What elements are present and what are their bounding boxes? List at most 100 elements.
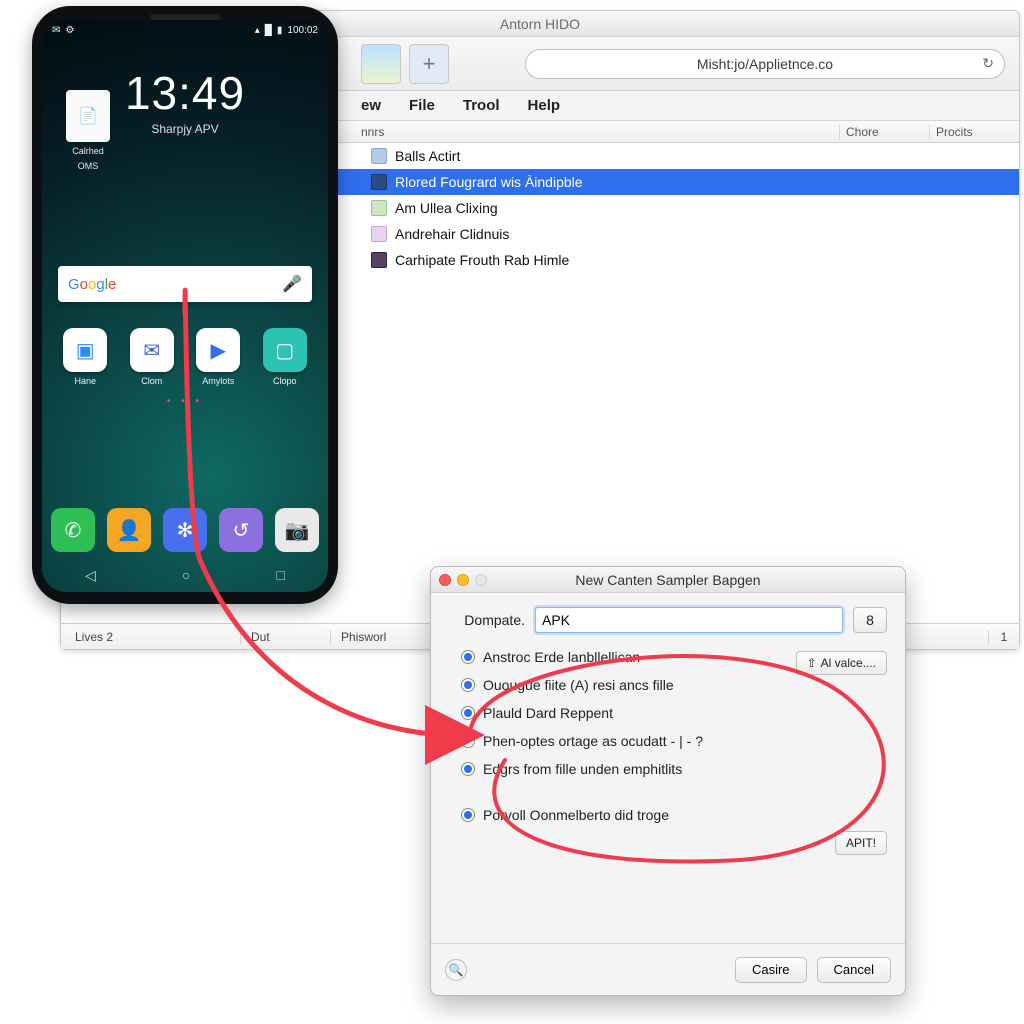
option-label: Anstroc Erde lanbllellican <box>483 649 640 665</box>
option-label: Phen-optes ortage as ocudatt - | - ? <box>483 733 703 749</box>
signal-icon: █ <box>265 25 272 36</box>
dialog-title: New Canten Sampler Bapgen <box>575 572 760 588</box>
item-icon <box>371 226 387 242</box>
dock-camera-icon[interactable]: 📷 <box>275 508 319 552</box>
apit-button[interactable]: APIT! <box>835 831 887 855</box>
app-grid: ▣Hane ✉Clom ▶Amylots ▢Clopo <box>56 328 314 386</box>
status-dut: Dut <box>241 630 331 644</box>
option-label: Ouougue fiite (A) resi ancs fille <box>483 677 674 693</box>
url-text: Misht:jo/Applietnce.co <box>697 56 833 72</box>
radio-icon[interactable] <box>461 678 475 692</box>
notif-icon: ⚙ <box>65 25 74 36</box>
item-label: Am Ullea Clixing <box>395 200 498 216</box>
stepper-value: 8 <box>866 612 874 628</box>
cancel-button[interactable]: Cancel <box>817 957 891 983</box>
phone-statusbar: ✉ ⚙ ▴ █ ▮ 100:02 <box>42 20 328 40</box>
search-icon[interactable]: 🔍 <box>445 959 467 981</box>
nav-recent[interactable]: □ <box>276 567 284 584</box>
option-row[interactable]: Plauld Dard Reppent <box>461 705 887 721</box>
radio-icon[interactable] <box>461 706 475 720</box>
stepper[interactable]: 8 <box>853 607 887 633</box>
url-field[interactable]: Misht:jo/Applietnce.co ↻ <box>525 49 1005 79</box>
dialog-window: New Canten Sampler Bapgen Dompate. 8 ⇧ A… <box>430 566 906 996</box>
item-icon <box>371 252 387 268</box>
app-icon[interactable]: ▣Hane <box>56 328 115 386</box>
radio-icon[interactable] <box>461 650 475 664</box>
status-count: 1 <box>989 630 1019 644</box>
zoom-icon[interactable] <box>475 574 487 586</box>
app-label: Clom <box>141 376 162 386</box>
btn-label: APIT! <box>846 836 876 850</box>
google-search-bar[interactable]: Google 🎤 <box>58 266 312 302</box>
radio-icon[interactable] <box>461 734 475 748</box>
dock-phone-icon[interactable]: ✆ <box>51 508 95 552</box>
app-icon[interactable]: ▢Clopo <box>256 328 315 386</box>
up-arrow-icon: ⇧ <box>807 656 817 670</box>
option-row[interactable]: Edgrs from fille unden emphitlits <box>461 761 887 777</box>
item-label: Carhipate Frouth Rab Himle <box>395 252 569 268</box>
option-label: Porvoll Oonmelberto did troge <box>483 807 669 823</box>
app-label: Clopo <box>273 376 297 386</box>
col-chore[interactable]: Chore <box>839 125 929 139</box>
app-label: Amylots <box>202 376 234 386</box>
col-procits[interactable]: Procits <box>929 125 1019 139</box>
ok-button[interactable]: Casire <box>735 957 807 983</box>
android-navbar: ◁ ○ □ <box>42 567 328 584</box>
widget-label-2: OMS <box>78 161 99 172</box>
item-icon <box>371 148 387 164</box>
menu-tool[interactable]: Trool <box>463 97 500 114</box>
menu-help[interactable]: Help <box>528 97 561 114</box>
page-indicator: • • • <box>42 396 328 407</box>
plus-icon: + <box>423 51 436 77</box>
menu-file[interactable]: File <box>409 97 435 114</box>
dock-restore-icon[interactable]: ↺ <box>219 508 263 552</box>
reload-icon[interactable]: ↻ <box>982 55 994 72</box>
mic-icon[interactable]: 🎤 <box>282 274 302 294</box>
field-label: Dompate. <box>449 612 525 628</box>
clock-sub: Sharpjy APV <box>42 122 328 136</box>
close-icon[interactable] <box>439 574 451 586</box>
window-title: Antorn HIDO <box>500 16 580 32</box>
item-icon <box>371 200 387 216</box>
toolbar-thumb-1[interactable] <box>361 44 401 84</box>
app-label: Hane <box>74 376 96 386</box>
dialog-body: Dompate. 8 ⇧ Al valce.... Anstroc Erde l… <box>431 593 905 943</box>
option-label: Plauld Dard Reppent <box>483 705 613 721</box>
al-valce-button[interactable]: ⇧ Al valce.... <box>796 651 887 675</box>
options-group: Anstroc Erde lanbllellican Ouougue fiite… <box>461 649 887 823</box>
wifi-icon: ▴ <box>255 25 260 36</box>
notif-icon: ✉ <box>52 25 60 36</box>
radio-icon[interactable] <box>461 762 475 776</box>
option-row[interactable]: Phen-optes ortage as ocudatt - | - ? <box>461 733 887 749</box>
toolbar-thumb-add[interactable]: + <box>409 44 449 84</box>
dock-app-icon[interactable]: ✻ <box>163 508 207 552</box>
dialog-titlebar: New Canten Sampler Bapgen <box>431 567 905 593</box>
item-label: Rlored Fougrard wis Àindipble <box>395 174 583 190</box>
option-label: Edgrs from fille unden emphitlits <box>483 761 682 777</box>
radio-icon[interactable] <box>461 808 475 822</box>
phone-dock: ✆ 👤 ✻ ↺ 📷 <box>42 508 328 552</box>
nav-home[interactable]: ○ <box>182 567 190 584</box>
template-input[interactable] <box>535 607 843 633</box>
template-field-row: Dompate. 8 <box>449 607 887 633</box>
option-row[interactable]: Ouougue fiite (A) resi ancs fille <box>461 677 887 693</box>
google-logo: Google <box>68 276 116 293</box>
phone-screen: ✉ ⚙ ▴ █ ▮ 100:02 📄 Calrhed OMS 13:49 Sha… <box>42 20 328 592</box>
item-label: Andrehair Clidnuis <box>395 226 509 242</box>
status-time: 100:02 <box>287 25 318 36</box>
nav-back[interactable]: ◁ <box>85 567 96 584</box>
item-label: Balls Actirt <box>395 148 460 164</box>
widget-label-1: Calrhed <box>72 146 104 157</box>
minimize-icon[interactable] <box>457 574 469 586</box>
phone-device: ✉ ⚙ ▴ █ ▮ 100:02 📄 Calrhed OMS 13:49 Sha… <box>32 6 338 604</box>
status-lives: Lives 2 <box>61 630 241 644</box>
dialog-footer: 🔍 Casire Cancel <box>431 943 905 995</box>
dock-contacts-icon[interactable]: 👤 <box>107 508 151 552</box>
btn-label: Al valce.... <box>821 656 876 670</box>
traffic-lights <box>439 574 487 586</box>
item-icon <box>371 174 387 190</box>
menu-view[interactable]: ew <box>361 97 381 114</box>
app-icon[interactable]: ✉Clom <box>123 328 182 386</box>
app-icon[interactable]: ▶Amylots <box>189 328 248 386</box>
option-row[interactable]: Porvoll Oonmelberto did troge <box>461 807 887 823</box>
